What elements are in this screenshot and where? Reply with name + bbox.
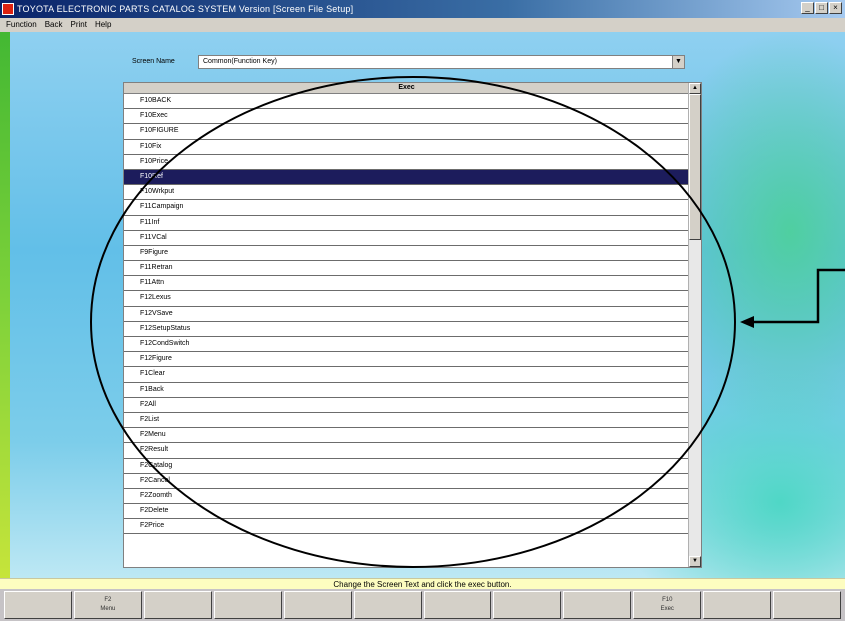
function-key-number: F2 [104,597,112,603]
list-item[interactable]: F12CondSwitch [124,337,689,353]
list-item[interactable]: F2Menu [124,428,689,444]
menu-back[interactable]: Back [45,18,63,32]
function-key-11[interactable] [703,591,772,619]
screen-name-value: Common(Function Key) [203,58,277,65]
function-key-7[interactable] [423,591,492,619]
list-item[interactable]: F11Retran [124,261,689,277]
menu-function[interactable]: Function [6,18,37,32]
function-key-6[interactable] [353,591,422,619]
list-item[interactable]: F10Fix [124,140,689,155]
list-item[interactable]: F10BACK [124,94,689,110]
list-item[interactable]: F2Catalog [124,459,689,474]
list-item[interactable]: F2Delete [124,504,689,520]
screen-name-label: Screen Name [132,58,175,65]
screen-name-select[interactable]: Common(Function Key) ▼ [198,55,685,69]
list-item[interactable]: F2All [124,398,689,413]
close-button[interactable]: × [829,2,842,14]
function-key-12[interactable] [773,591,842,619]
list-item[interactable]: F2Price [124,519,689,535]
list-item[interactable]: F2Zoomth [124,489,689,505]
app-icon [2,3,14,15]
scroll-down-button[interactable]: ▼ [689,556,701,567]
function-key-10[interactable]: F10 Exec [633,591,702,619]
function-key-bar: F2 Menu F10 Exec [0,589,845,621]
list-item[interactable]: F10Exec [124,109,689,125]
list-item[interactable]: F1Back [124,383,689,398]
list-item[interactable]: F2Result [124,443,689,459]
function-key-9[interactable] [563,591,632,619]
function-key-number: F10 [662,597,673,603]
list-rows: F10BACK F10Exec F10FIGURE F10Fix F10Price F10… [124,94,689,535]
window-title: TOYOTA ELECTRONIC PARTS CATALOG SYSTEM V… [17,4,354,14]
chevron-down-icon[interactable]: ▼ [672,56,684,68]
window-controls: _ □ × [801,2,842,14]
list-item[interactable]: F12SetupStatus [124,322,689,337]
list-item[interactable]: F1Clear [124,367,689,383]
function-key-2[interactable]: F2 Menu [73,591,142,619]
function-key-4[interactable] [213,591,282,619]
function-key-8[interactable] [493,591,562,619]
scroll-thumb[interactable] [689,94,701,240]
list-item[interactable]: F2List [124,413,689,429]
scroll-up-button[interactable]: ▲ [689,83,701,94]
list-item[interactable]: F10FIGURE [124,124,689,140]
list-item[interactable]: F11Attn [124,276,689,292]
menu-help[interactable]: Help [95,18,111,32]
left-accent-strip [0,32,10,578]
function-key-label: Exec [660,606,674,612]
function-key-label: Menu [100,606,116,612]
maximize-button[interactable]: □ [815,2,828,14]
function-key-5[interactable] [283,591,352,619]
minimize-button[interactable]: _ [801,2,814,14]
function-key-3[interactable] [143,591,212,619]
list-item[interactable]: F10Price [124,155,689,170]
exec-list[interactable]: Exec F10BACK F10Exec F10FIGURE F10Fix F10Pri… [123,82,702,568]
list-item[interactable]: F12Lexus [124,291,689,307]
vertical-scrollbar[interactable]: ▲ ▼ [688,83,701,567]
list-item[interactable]: F9Figure [124,246,689,262]
list-item[interactable]: F2Cancel [124,474,689,489]
list-item[interactable]: F11VCal [124,231,689,246]
list-item[interactable]: F11Inf [124,216,689,231]
menu-print[interactable]: Print [70,18,86,32]
list-header: Exec [124,83,689,94]
menu-bar: Function Back Print Help [0,18,845,32]
list-item[interactable]: F11Campaign [124,200,689,216]
list-item[interactable]: F12Figure [124,352,689,368]
title-bar: TOYOTA ELECTRONIC PARTS CATALOG SYSTEM V… [0,0,845,18]
list-item[interactable]: F12VSave [124,307,689,322]
list-item[interactable]: F10Ref [124,169,689,186]
status-bar: Change the Screen Text and click the exe… [0,578,845,589]
function-key-1[interactable] [4,591,72,619]
list-item[interactable]: F10Wrkput [124,185,689,201]
